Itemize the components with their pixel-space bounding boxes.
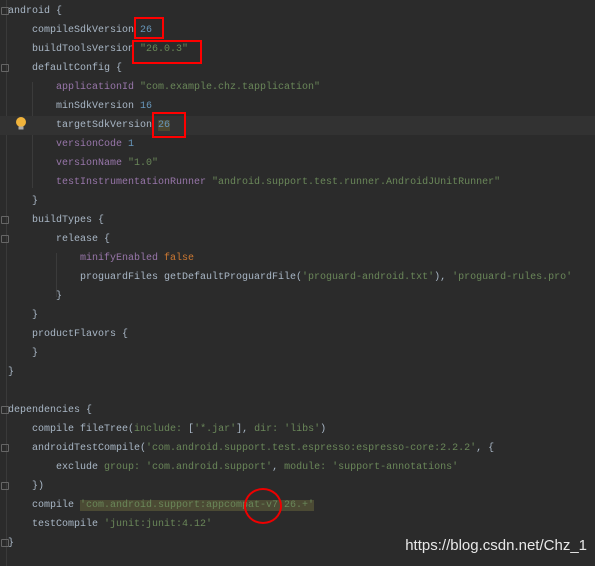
fold-marker-icon[interactable] [1, 7, 9, 15]
code-token: release { [56, 234, 111, 245]
code-token: 'proguard-rules.pro' [452, 272, 573, 283]
fold-marker-icon[interactable] [1, 539, 9, 547]
code-token: , { [476, 443, 495, 454]
code-token: minSdkVersion [56, 101, 141, 112]
code-token: compile fileTree( [32, 424, 135, 435]
code-token: buildToolsVersion [32, 44, 141, 55]
code-line[interactable]: testCompile 'junit:junit:4.12' [0, 515, 595, 534]
code-line[interactable]: defaultConfig { [0, 59, 595, 78]
fold-marker-icon[interactable] [1, 482, 9, 490]
code-token: include: [134, 424, 189, 435]
code-line[interactable]: versionName "1.0" [0, 154, 595, 173]
code-token: module: [284, 462, 333, 473]
code-token: versionCode [56, 139, 129, 150]
code-token: testInstrumentationRunner [56, 177, 213, 188]
code-line[interactable]: buildTypes { [0, 211, 595, 230]
code-token: } [32, 310, 39, 321]
code-token: defaultConfig { [32, 63, 123, 74]
code-token: dir: [254, 424, 285, 435]
code-line[interactable]: dependencies { [0, 401, 595, 420]
code-token: ) [320, 424, 327, 435]
code-token: minifyEnabled [80, 253, 165, 264]
code-token: testCompile [32, 519, 105, 530]
code-line[interactable]: } [0, 306, 595, 325]
fold-marker-icon[interactable] [1, 216, 9, 224]
code-line[interactable]: buildToolsVersion "26.0.3" [0, 40, 595, 59]
code-token: android { [8, 6, 63, 17]
code-token: } [8, 367, 15, 378]
code-token: compile [32, 500, 81, 511]
watermark: https://blog.csdn.net/Chz_1 [405, 537, 587, 554]
code-line[interactable]: compileSdkVersion 26 [0, 21, 595, 40]
code-token: productFlavors { [32, 329, 129, 340]
code-line[interactable]: exclude group: 'com.android.support', mo… [0, 458, 595, 477]
code-line[interactable]: applicationId "com.example.chz.tapplicat… [0, 78, 595, 97]
code-token: "1.0" [128, 158, 159, 169]
code-token: applicationId [56, 82, 141, 93]
code-token: 'junit:junit:4.12' [104, 519, 213, 530]
code-token: androidTestCompile( [32, 443, 147, 454]
code-token: 'proguard-android.txt' [302, 272, 435, 283]
fold-marker-icon[interactable] [1, 64, 9, 72]
code-token: '*.jar' [194, 424, 237, 435]
code-token: targetSdkVersion [56, 120, 159, 131]
fold-marker-icon[interactable] [1, 235, 9, 243]
code-token: 1 [128, 139, 135, 150]
code-token: versionName [56, 158, 129, 169]
code-token: proguardFiles getDefaultProguardFile( [80, 272, 303, 283]
code-line[interactable]: } [0, 287, 595, 306]
code-token: "android.support.test.runner.AndroidJUni… [212, 177, 501, 188]
annotation-box [132, 40, 202, 64]
code-token: 'support-annotations' [332, 462, 459, 473]
code-line[interactable]: } [0, 192, 595, 211]
code-line[interactable]: android { [0, 2, 595, 21]
code-line[interactable] [0, 382, 595, 401]
code-token: 'com.android.support.test.espresso:espre… [146, 443, 477, 454]
code-token: false [164, 253, 195, 264]
code-line[interactable]: androidTestCompile('com.android.support.… [0, 439, 595, 458]
code-line[interactable]: testInstrumentationRunner "android.suppo… [0, 173, 595, 192]
code-line[interactable]: productFlavors { [0, 325, 595, 344]
code-token: 16 [140, 101, 153, 112]
code-token: ), [434, 272, 453, 283]
code-line[interactable]: compile fileTree(include: ['*.jar'], dir… [0, 420, 595, 439]
code-token: 'libs' [284, 424, 321, 435]
code-line[interactable]: } [0, 363, 595, 382]
fold-marker-icon[interactable] [1, 444, 9, 452]
annotation-box [134, 17, 164, 39]
code-token: } [32, 348, 39, 359]
code-token: compileSdkVersion [32, 25, 141, 36]
code-line[interactable]: minifyEnabled false [0, 249, 595, 268]
code-token: dependencies { [8, 405, 93, 416]
code-token: exclude [56, 462, 105, 473]
code-editor[interactable]: android {compileSdkVersion 26 buildToolsV… [0, 0, 595, 566]
code-token: }) [32, 481, 45, 492]
code-line[interactable]: compile 'com.android.support:appcompat-v… [0, 496, 595, 515]
code-line[interactable]: } [0, 344, 595, 363]
code-line[interactable]: targetSdkVersion 26 [0, 116, 595, 135]
code-token: buildTypes { [32, 215, 105, 226]
code-line[interactable]: proguardFiles getDefaultProguardFile('pr… [0, 268, 595, 287]
code-token: ], [236, 424, 255, 435]
code-token: group: [104, 462, 147, 473]
code-line[interactable]: minSdkVersion 16 [0, 97, 595, 116]
code-token: } [56, 291, 63, 302]
lightbulb-icon[interactable] [15, 117, 27, 131]
code-token: "com.example.chz.tapplication" [140, 82, 321, 93]
code-line[interactable]: release { [0, 230, 595, 249]
code-line[interactable]: }) [0, 477, 595, 496]
code-token: , [272, 462, 285, 473]
code-token: } [32, 196, 39, 207]
code-line[interactable]: versionCode 1 [0, 135, 595, 154]
annotation-box [152, 112, 186, 138]
fold-marker-icon[interactable] [1, 406, 9, 414]
code-token: 'com.android.support' [146, 462, 273, 473]
annotation-circle [244, 488, 282, 524]
